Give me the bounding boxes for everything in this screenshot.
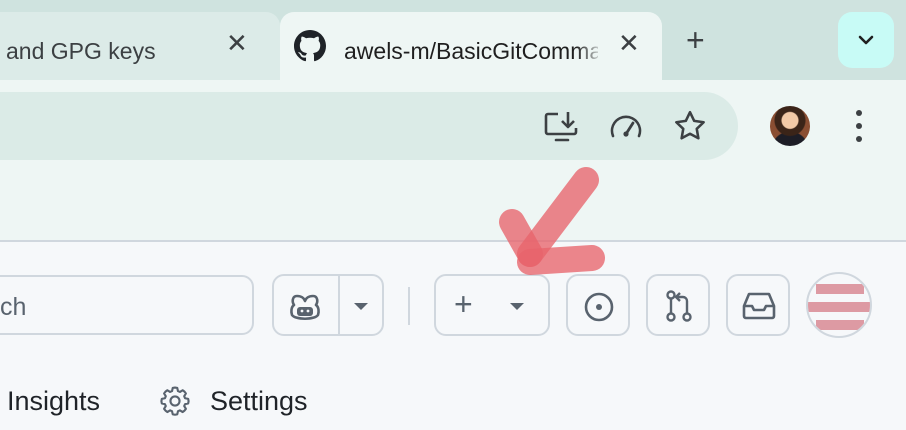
- new-tab-button[interactable]: +: [686, 24, 705, 56]
- pull-requests-icon: [666, 290, 692, 322]
- header-separator: [408, 287, 410, 325]
- performance-icon[interactable]: [608, 112, 644, 142]
- copilot-button-group[interactable]: [272, 274, 384, 336]
- search-placeholder: ch: [0, 293, 27, 321]
- gear-icon: [160, 386, 190, 416]
- close-tab-icon[interactable]: ✕: [226, 30, 248, 56]
- user-avatar[interactable]: [806, 272, 872, 338]
- tab-insights[interactable]: Insights: [7, 386, 100, 417]
- tab-title: awels-m/BasicGitCommands: [344, 38, 598, 64]
- copilot-icon[interactable]: [288, 290, 322, 322]
- copilot-dropdown-icon[interactable]: [352, 300, 370, 312]
- tab-basic-git-commands[interactable]: awels-m/BasicGitCommands ✕: [280, 12, 662, 80]
- plus-icon: +: [454, 286, 473, 322]
- chevron-down-icon: [858, 35, 874, 45]
- inbox-button[interactable]: [726, 274, 790, 336]
- install-app-icon[interactable]: [544, 110, 580, 144]
- inbox-icon: [742, 292, 776, 320]
- tab-settings[interactable]: Settings: [210, 386, 308, 417]
- tab-gpg-keys[interactable]: and GPG keys ✕: [0, 12, 280, 80]
- pull-requests-button[interactable]: [646, 274, 710, 336]
- create-new-button[interactable]: +: [434, 274, 550, 336]
- more-menu-icon[interactable]: [856, 110, 862, 149]
- chevron-down-icon: [510, 303, 524, 310]
- close-tab-icon[interactable]: ✕: [618, 30, 640, 56]
- tab-search-button[interactable]: [838, 12, 894, 68]
- issues-icon: [584, 292, 614, 322]
- github-header: [0, 242, 906, 430]
- search-input[interactable]: ch: [0, 275, 254, 335]
- issues-button[interactable]: [566, 274, 630, 336]
- profile-avatar[interactable]: [770, 106, 810, 146]
- bookmark-star-icon[interactable]: [672, 108, 708, 144]
- tab-title: and GPG keys: [6, 38, 156, 64]
- github-icon: [294, 30, 326, 62]
